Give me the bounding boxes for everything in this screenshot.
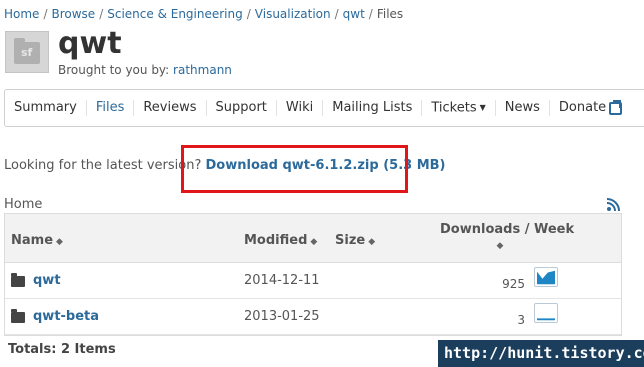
folder-icon [11, 309, 25, 323]
table-header: Name ◆ Modified ◆ Size ◆ Downloads / Week ◆ [5, 213, 621, 263]
brought-label: Brought to you by: [58, 63, 170, 77]
author-link[interactable]: rathmann [173, 63, 232, 77]
tab-donate[interactable]: Donate [550, 100, 630, 116]
project-logo-icon[interactable]: sf [5, 31, 49, 73]
breadcrumb-current: Files [376, 7, 404, 21]
tab-mailing-lists[interactable]: Mailing Lists [323, 100, 423, 116]
file-modified: 2013-01-25 [244, 309, 320, 324]
files-location: Home [4, 197, 43, 212]
rss-feed-icon[interactable] [607, 198, 620, 211]
column-modified-label: Modified [244, 233, 308, 248]
project-title[interactable]: qwt [58, 26, 122, 62]
column-size-header[interactable]: Size ◆ [335, 233, 375, 248]
column-name-label: Name [11, 233, 54, 248]
breadcrumb-science-engineering[interactable]: Science & Engineering [107, 7, 243, 21]
latest-version-prompt: Looking for the latest version? [4, 158, 202, 173]
tab-tickets-label: Tickets [431, 100, 477, 116]
file-name-link[interactable]: qwt [33, 273, 61, 288]
sort-icon: ◆ [56, 237, 63, 247]
files-table: Name ◆ Modified ◆ Size ◆ Downloads / Week ◆ … [4, 213, 622, 336]
download-count: 3 [517, 313, 525, 327]
tab-news[interactable]: News [496, 100, 550, 116]
tab-wiki[interactable]: Wiki [277, 100, 324, 116]
external-link-icon [609, 100, 623, 115]
column-downloads-label: Downloads / Week [440, 222, 575, 237]
tab-donate-label: Donate [558, 100, 607, 115]
tab-files[interactable]: Files [87, 100, 135, 116]
tab-support[interactable]: Support [207, 100, 277, 116]
highlight-annotation-box [181, 145, 408, 193]
breadcrumb-visualization[interactable]: Visualization [255, 7, 331, 21]
breadcrumb-qwt[interactable]: qwt [343, 7, 365, 21]
table-row[interactable]: qwt-beta 2013-01-25 3 [5, 299, 621, 335]
sort-icon: ◆ [310, 237, 318, 247]
breadcrumb-browse[interactable]: Browse [51, 7, 95, 21]
watermark: http://hunit.tistory.com [438, 340, 644, 367]
column-modified-header[interactable]: Modified ◆ [244, 233, 317, 248]
project-authors: Brought to you by: rathmann [58, 63, 232, 77]
tab-summary[interactable]: Summary [5, 100, 87, 116]
project-nav: Summary Files Reviews Support Wiki Maili… [4, 89, 644, 127]
breadcrumb-home[interactable]: Home [4, 7, 39, 21]
files-totals: Totals: 2 Items [8, 342, 116, 357]
file-modified: 2014-12-11 [244, 273, 320, 288]
folder-icon [11, 273, 25, 287]
project-logo-text: sf [21, 46, 33, 59]
column-name-header[interactable]: Name ◆ [11, 233, 63, 248]
file-name-link[interactable]: qwt-beta [33, 309, 99, 324]
download-sparkline-icon[interactable] [534, 303, 558, 323]
sort-icon: ◆ [496, 241, 504, 251]
breadcrumb: Home / Browse / Science & Engineering / Visual… [4, 7, 404, 21]
table-row[interactable]: qwt 2014-12-11 925 [5, 263, 621, 299]
download-sparkline-icon[interactable] [534, 267, 558, 287]
tab-tickets[interactable]: Tickets ▼ [422, 99, 496, 117]
download-count: 925 [502, 277, 525, 291]
sort-icon: ◆ [368, 237, 376, 247]
column-downloads-header[interactable]: Downloads / Week ◆ [440, 222, 574, 251]
caret-down-icon: ▼ [479, 102, 486, 112]
column-size-label: Size [335, 233, 366, 248]
tab-reviews[interactable]: Reviews [134, 100, 207, 116]
